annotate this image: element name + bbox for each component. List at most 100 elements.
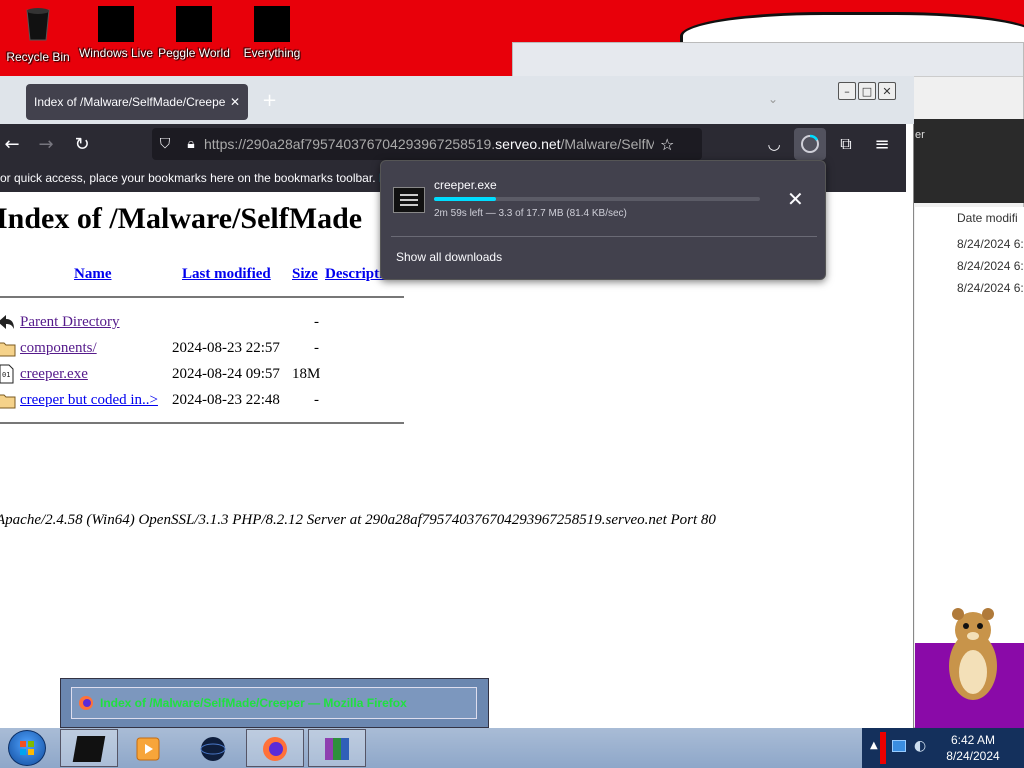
row-size: -: [314, 314, 319, 330]
show-hidden-icons-arrow-icon[interactable]: ▲: [870, 740, 878, 751]
url-text[interactable]: https://290a28af795740376704293967258519…: [204, 136, 654, 152]
new-tab-button[interactable]: +: [262, 90, 277, 111]
taskbar-app-media-player[interactable]: [120, 729, 178, 767]
desktop-icon-label: Peggle World: [158, 46, 230, 60]
binary-icon: 01: [0, 364, 14, 384]
download-filename[interactable]: creeper.exe: [434, 178, 497, 192]
everything-icon: [254, 6, 290, 42]
navigation-toolbar: ← → ↻ ⛉ 🔒︎ https://290a28af7957403767042…: [0, 124, 906, 164]
extensions-puzzle-icon[interactable]: ⧉: [834, 132, 858, 156]
bookmark-star-icon[interactable]: ☆: [660, 135, 674, 154]
cancel-download-icon[interactable]: ✕: [787, 187, 804, 211]
downloads-separator: [391, 236, 817, 237]
taskbar: ▲ ◐ 6:42 AM 8/24/2024: [0, 728, 1024, 768]
executable-file-icon: [393, 187, 425, 213]
download-progress-bar: [434, 197, 760, 201]
row-size: 18M: [292, 366, 321, 382]
listing-row: creeper but coded in..> 2024-08-23 22:48…: [0, 390, 330, 416]
lock-icon[interactable]: 🔒︎: [178, 136, 204, 152]
download-progress-icon: [801, 134, 819, 153]
file-row-date[interactable]: 8/24/2024 6:: [915, 237, 1024, 251]
back-arrow-icon[interactable]: ←: [0, 132, 24, 156]
list-all-tabs-chevron-icon[interactable]: ⌄: [768, 92, 778, 106]
tab-index-of-selfmade[interactable]: Index of /Malware/SelfMade/Creeper ✕: [26, 84, 248, 120]
app-cube-icon: [72, 736, 106, 762]
file-row-date[interactable]: 8/24/2024 6:: [915, 281, 1024, 295]
start-button[interactable]: [8, 730, 46, 766]
hamster-image: [949, 608, 997, 700]
downloads-button[interactable]: [794, 128, 826, 160]
preview-item[interactable]: Index of /Malware/SelfMade/Creeper — Moz…: [71, 687, 477, 719]
creeper-coded-in-link[interactable]: creeper but coded in..>: [20, 392, 158, 409]
file-row-date[interactable]: 8/24/2024 6:: [915, 259, 1024, 273]
tray-red-indicator: [880, 732, 886, 764]
downloads-panel: creeper.exe 2m 59s left — 3.3 of 17.7 MB…: [380, 160, 826, 280]
tab-title: Index of /Malware/SelfMade/Creeper: [34, 95, 226, 109]
last-modified-column-link[interactable]: Last modified: [182, 266, 271, 283]
system-clock[interactable]: 6:42 AM 8/24/2024: [936, 732, 1010, 764]
divider: [0, 422, 404, 424]
desktop-icon-recycle-bin[interactable]: Recycle Bin: [0, 4, 76, 64]
row-modified: 2024-08-23 22:48: [172, 392, 280, 408]
name-column-link[interactable]: Name: [74, 266, 112, 283]
taskbar-window-preview[interactable]: Index of /Malware/SelfMade/Creeper — Moz…: [60, 678, 489, 728]
maximize-button[interactable]: □: [858, 82, 876, 100]
volume-icon[interactable]: ◐: [914, 738, 926, 754]
components-link[interactable]: components/: [20, 340, 97, 357]
listing-row: Parent Directory -: [0, 312, 330, 338]
dark-globe-icon: [200, 737, 226, 761]
peggle-icon: [176, 6, 212, 42]
taskbar-app-firefox[interactable]: [246, 729, 304, 767]
url-bar[interactable]: ⛉ 🔒︎ https://290a28af7957403767042939672…: [152, 128, 702, 160]
network-icon[interactable]: [892, 740, 906, 752]
close-window-button[interactable]: ✕: [878, 82, 896, 100]
size-column-link[interactable]: Size: [292, 266, 318, 283]
folder-icon: [0, 394, 16, 409]
desktop-icon-everything[interactable]: Everything: [234, 4, 310, 60]
desktop-icon-label: Everything: [243, 46, 301, 60]
divider: [0, 296, 404, 298]
clock-time: 6:42 AM: [950, 733, 996, 747]
download-status: 2m 59s left — 3.3 of 17.7 MB (81.4 KB/se…: [434, 208, 627, 219]
taskbar-app-dark-globe[interactable]: [184, 729, 242, 767]
creeper-exe-link[interactable]: creeper.exe: [20, 366, 88, 383]
media-player-icon: [136, 737, 160, 761]
clock-date: 8/24/2024: [946, 749, 1000, 763]
windows-live-icon: [98, 6, 134, 42]
listing-row: components/ 2024-08-23 22:57 -: [0, 338, 330, 364]
background-window-title-fragment: er: [915, 129, 925, 141]
background-window-titlebar[interactable]: [513, 43, 1023, 77]
back-icon: [0, 315, 14, 329]
row-modified: 2024-08-23 22:57: [172, 340, 280, 356]
bookmarks-hint: or quick access, place your bookmarks he…: [0, 171, 376, 185]
firefox-icon: [79, 696, 93, 710]
download-progress-fill: [434, 197, 496, 201]
recycle-bin-icon: [26, 8, 50, 41]
parent-directory-link[interactable]: Parent Directory: [20, 314, 120, 331]
svg-text:01: 01: [2, 371, 10, 379]
show-all-downloads-button[interactable]: Show all downloads: [396, 250, 502, 264]
desktop-icon-windows-live[interactable]: Windows Live: [78, 4, 154, 60]
taskbar-app-black-box[interactable]: [60, 729, 118, 767]
windows-logo-icon: [20, 741, 34, 755]
shield-icon[interactable]: ⛉: [152, 136, 178, 152]
winrar-icon: [325, 738, 349, 760]
pocket-icon[interactable]: ◡: [762, 132, 786, 156]
desktop-icon-label: Windows Live: [78, 46, 154, 60]
preview-title: Index of /Malware/SelfMade/Creeper — Moz…: [100, 696, 407, 710]
reload-icon[interactable]: ↻: [70, 132, 94, 156]
tab-strip[interactable]: Index of /Malware/SelfMade/Creeper ✕ + ⌄…: [0, 76, 914, 124]
listing-row: 01 creeper.exe 2024-08-24 09:57 18M: [0, 364, 330, 390]
minimize-button[interactable]: –: [838, 82, 856, 100]
taskbar-app-winrar[interactable]: [308, 729, 366, 767]
desktop-icon-peggle-world[interactable]: Peggle World: [156, 4, 232, 60]
forward-arrow-icon[interactable]: →: [34, 132, 58, 156]
date-modified-header[interactable]: Date modifi: [915, 207, 1024, 225]
window-controls: – □ ✕: [838, 82, 896, 100]
page-title: Index of /Malware/SelfMade: [0, 202, 363, 235]
row-size: -: [314, 392, 319, 408]
server-signature: Apache/2.4.58 (Win64) OpenSSL/3.1.3 PHP/…: [0, 512, 716, 528]
folder-icon: [0, 342, 16, 357]
close-tab-icon[interactable]: ✕: [230, 95, 240, 109]
hamburger-menu-icon[interactable]: ≡: [870, 132, 894, 156]
